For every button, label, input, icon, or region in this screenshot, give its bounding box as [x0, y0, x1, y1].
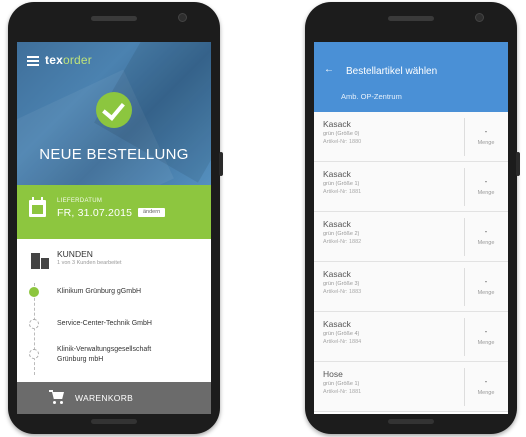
divider [464, 318, 465, 356]
speaker-grill [91, 419, 137, 424]
article-name: Kasack [323, 169, 351, 179]
phone-right: ← Bestellartikel wählen Amb. OP-Zentrum … [305, 2, 520, 434]
quantity-label: Menge [477, 240, 495, 246]
article-variant: grün (Größe 1) [323, 181, 360, 187]
client-status-dot-active [29, 287, 39, 297]
divider [464, 118, 465, 156]
clients-progress: 1 von 3 Kunden bearbeitet [57, 260, 122, 266]
list-item[interactable]: Kasack grün (Größe 2) Artikel-Nr: 1882 -… [314, 212, 508, 262]
hero-header: texorder NEUE BESTELLUNG [17, 42, 211, 185]
checkmark-icon [96, 92, 132, 128]
article-variant: grün (Größe 0) [323, 131, 360, 137]
app-logo: texorder [45, 53, 92, 67]
quantity-field[interactable]: - [464, 227, 508, 236]
client-item-2[interactable]: Service-Center-Technik GmbH [57, 319, 152, 329]
clients-section: KUNDEN 1 von 3 Kunden bearbeitet Kliniku… [17, 239, 211, 395]
divider [464, 168, 465, 206]
quantity-label: Menge [477, 340, 495, 346]
menu-icon[interactable] [27, 56, 39, 66]
earpiece [388, 16, 434, 21]
screen-new-order: texorder NEUE BESTELLUNG LIEFERDATUM FR,… [17, 42, 211, 414]
article-name: Kasack [323, 219, 351, 229]
list-item[interactable]: Kasack grün (Größe 3) Artikel-Nr: 1883 -… [314, 262, 508, 312]
client-status-dot [29, 319, 39, 329]
article-variant: grün (Größe 1) [323, 381, 360, 387]
earpiece [91, 16, 137, 21]
divider [464, 268, 465, 306]
quantity-label: Menge [477, 390, 495, 396]
page-title: Bestellartikel wählen [346, 66, 438, 77]
article-number: Artikel-Nr: 1881 [323, 389, 362, 395]
change-date-button[interactable]: ändern [138, 208, 166, 217]
building-icon [31, 251, 49, 269]
article-name: Kasack [323, 319, 351, 329]
quantity-field[interactable]: - [464, 177, 508, 186]
front-camera [475, 13, 484, 22]
clients-title: KUNDEN [57, 249, 93, 259]
app-bar: ← Bestellartikel wählen Amb. OP-Zentrum [314, 42, 508, 112]
calendar-icon [29, 197, 46, 217]
article-variant: grün (Größe 3) [323, 281, 360, 287]
quantity-field[interactable]: - [464, 377, 508, 386]
article-name: Kasack [323, 269, 351, 279]
article-number: Artikel-Nr: 1881 [323, 189, 362, 195]
article-variant: grün (Größe 4) [323, 331, 360, 337]
list-item[interactable]: Kasack grün (Größe 0) Artikel-Nr: 1880 -… [314, 112, 508, 162]
article-variant: grün (Größe 2) [323, 231, 360, 237]
phone-left: texorder NEUE BESTELLUNG LIEFERDATUM FR,… [8, 2, 223, 434]
article-name: Hose [323, 369, 343, 379]
article-number: Artikel-Nr: 1882 [323, 239, 362, 245]
speaker-grill [388, 419, 434, 424]
front-camera [178, 13, 187, 22]
list-item[interactable]: Hose grün (Größe 1) Artikel-Nr: 1881 - M… [314, 362, 508, 412]
article-list: Kasack grün (Größe 0) Artikel-Nr: 1880 -… [314, 112, 508, 412]
quantity-label: Menge [477, 190, 495, 196]
quantity-field[interactable]: - [464, 127, 508, 136]
divider [464, 368, 465, 406]
delivery-date-label: LIEFERDATUM [57, 198, 103, 204]
cart-button[interactable]: WARENKORB [17, 382, 211, 414]
article-name: Kasack [323, 119, 351, 129]
delivery-date-value: FR, 31.07.2015 [57, 207, 133, 219]
client-item-3[interactable]: Klinik-Verwaltungsgesellschaft Grünburg … [57, 345, 151, 365]
article-number: Artikel-Nr: 1883 [323, 289, 362, 295]
quantity-label: Menge [477, 140, 495, 146]
cart-icon [49, 390, 65, 404]
cart-label: WARENKORB [75, 393, 134, 403]
back-arrow-icon[interactable]: ← [324, 64, 334, 75]
quantity-field[interactable]: - [464, 327, 508, 336]
client-subtitle: Amb. OP-Zentrum [341, 92, 402, 101]
quantity-label: Menge [477, 290, 495, 296]
client-item-1[interactable]: Klinikum Grünburg gGmbH [57, 287, 141, 297]
volume-button [219, 152, 223, 176]
divider [464, 218, 465, 256]
list-item[interactable]: Kasack grün (Größe 4) Artikel-Nr: 1884 -… [314, 312, 508, 362]
article-number: Artikel-Nr: 1884 [323, 339, 362, 345]
volume-button [516, 152, 520, 176]
screen-select-items: ← Bestellartikel wählen Amb. OP-Zentrum … [314, 42, 508, 414]
list-item[interactable]: Kasack grün (Größe 1) Artikel-Nr: 1881 -… [314, 162, 508, 212]
page-title: NEUE BESTELLUNG [39, 146, 189, 163]
article-number: Artikel-Nr: 1880 [323, 139, 362, 145]
quantity-field[interactable]: - [464, 277, 508, 286]
delivery-date-bar: LIEFERDATUM FR, 31.07.2015 ändern [17, 185, 211, 239]
client-status-dot [29, 349, 39, 359]
